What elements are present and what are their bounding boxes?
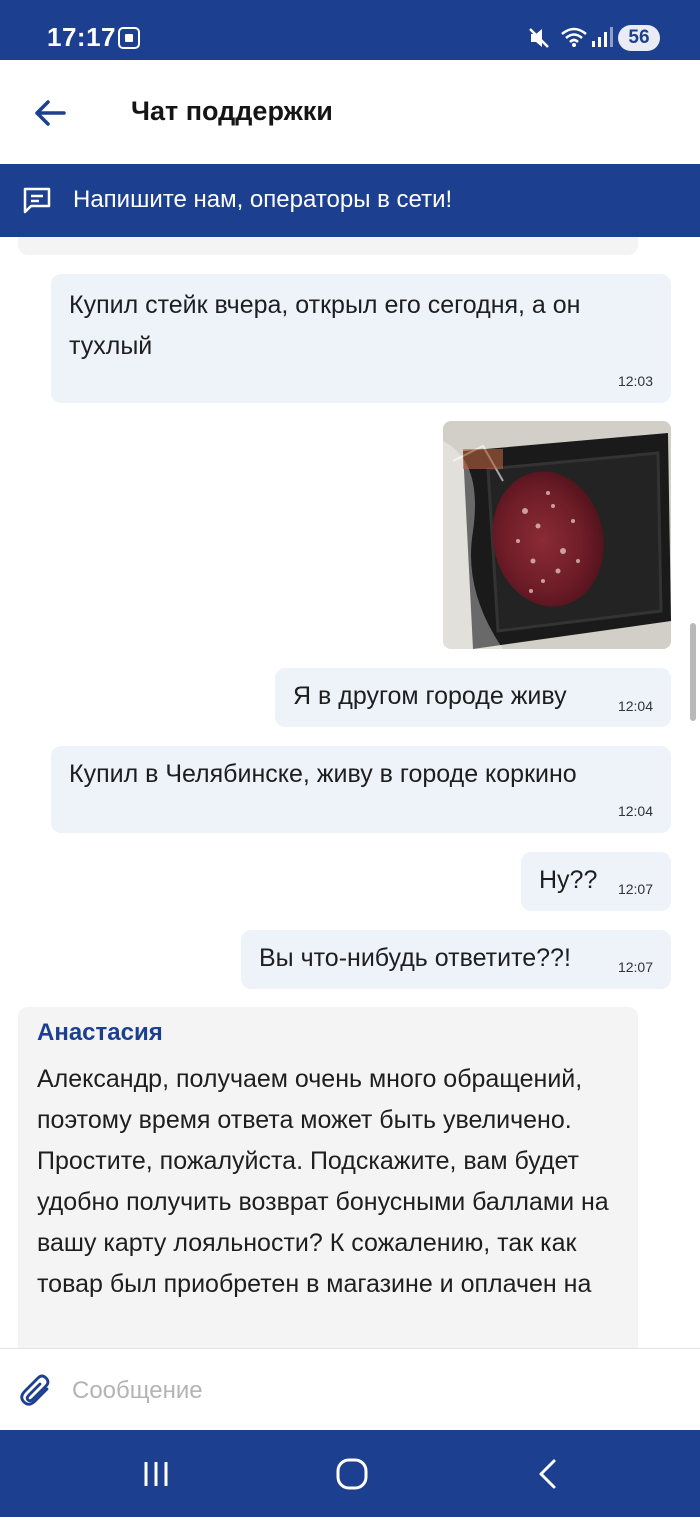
message-time: 12:03	[617, 373, 653, 389]
screenshot-icon	[118, 27, 140, 49]
operators-online-banner: Напишите нам, операторы в сети!	[0, 164, 700, 237]
home-button[interactable]	[332, 1456, 372, 1492]
recent-apps-icon	[144, 1462, 168, 1486]
message-text: Вы что-нибудь ответите??!	[259, 944, 571, 972]
battery-icon: 56	[618, 25, 660, 51]
message-bubble: Ну?? 12:07	[521, 852, 671, 911]
previous-message-bubble	[18, 237, 638, 255]
status-time: 17:17	[47, 22, 116, 52]
paperclip-icon	[20, 1374, 50, 1406]
chevron-left-icon	[539, 1459, 556, 1489]
message-text: Я в другом городе живу	[293, 682, 567, 710]
chat-icon	[23, 187, 51, 214]
app-header: Чат поддержки	[0, 60, 700, 164]
operator-message-bubble: Анастасия Александр, получаем очень мног…	[18, 1007, 638, 1348]
message-bubble: Купил в Челябинске, живу в городе коркин…	[51, 746, 671, 833]
system-navigation-bar	[0, 1430, 700, 1517]
system-back-button[interactable]	[528, 1456, 568, 1492]
message-bubble: Купил стейк вчера, открыл его сегодня, а…	[51, 274, 671, 403]
wifi-icon	[561, 27, 587, 47]
operator-name: Анастасия	[37, 1019, 163, 1046]
message-time: 12:04	[617, 698, 653, 714]
message-text: Купил в Челябинске, живу в городе коркин…	[69, 760, 577, 788]
attach-button[interactable]	[20, 1374, 54, 1408]
scrollbar[interactable]	[690, 623, 696, 721]
back-button[interactable]	[30, 93, 70, 133]
message-text: Ну??	[539, 866, 598, 894]
chat-messages[interactable]: Купил стейк вчера, открыл его сегодня, а…	[0, 237, 700, 1348]
message-time: 12:07	[617, 881, 653, 897]
photo-icon	[443, 421, 671, 649]
message-time: 12:07	[617, 959, 653, 975]
home-icon	[336, 1458, 368, 1490]
arrow-left-icon	[35, 100, 66, 126]
message-input[interactable]	[72, 1371, 672, 1411]
signal-icon	[592, 27, 613, 47]
message-bubble: Вы что-нибудь ответите??! 12:07	[241, 930, 671, 989]
message-time: 12:04	[617, 803, 653, 819]
page-title: Чат поддержки	[131, 96, 333, 126]
status-bar: 17:17 56	[0, 0, 700, 60]
mute-icon	[529, 28, 549, 48]
message-bubble: Я в другом городе живу 12:04	[275, 668, 671, 727]
operator-message-text: Александр, получаем очень много обращени…	[37, 1065, 609, 1298]
message-composer	[0, 1348, 700, 1430]
banner-text: Напишите нам, операторы в сети!	[73, 186, 453, 213]
recent-apps-button[interactable]	[136, 1456, 176, 1492]
message-text: Купил стейк вчера, открыл его сегодня, а…	[69, 291, 581, 360]
steak-photo[interactable]	[443, 421, 671, 649]
